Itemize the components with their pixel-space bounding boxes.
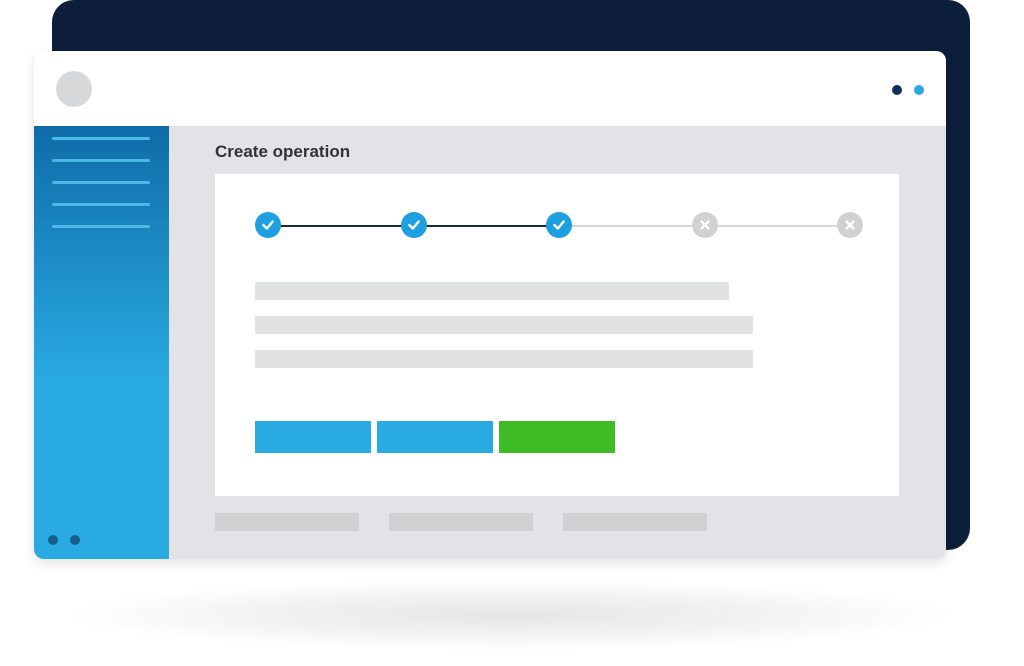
sidebar-item[interactable] <box>52 203 150 206</box>
sidebar-dot <box>48 535 58 545</box>
browser-window: Create operation <box>34 51 946 559</box>
page-title: Create operation <box>215 142 350 162</box>
sidebar-dot <box>70 535 80 545</box>
summary-block <box>389 513 533 531</box>
primary-button-1[interactable] <box>255 421 371 453</box>
step-2[interactable] <box>401 212 427 238</box>
primary-button-2[interactable] <box>377 421 493 453</box>
check-icon <box>552 218 566 232</box>
floor-shadow <box>70 580 950 650</box>
avatar[interactable] <box>56 71 92 107</box>
step-4[interactable] <box>692 212 718 238</box>
sidebar <box>34 126 169 559</box>
placeholder-line <box>255 282 729 300</box>
sidebar-item[interactable] <box>52 159 150 162</box>
placeholder-line <box>255 316 753 334</box>
check-icon <box>407 218 421 232</box>
sidebar-nav <box>52 137 150 247</box>
step-1[interactable] <box>255 212 281 238</box>
confirm-button[interactable] <box>499 421 615 453</box>
titlebar-status-dots <box>892 85 924 95</box>
check-icon <box>261 218 275 232</box>
placeholder-line <box>255 350 753 368</box>
form-card <box>215 174 899 496</box>
main-content: Create operation <box>169 126 946 559</box>
sidebar-item[interactable] <box>52 181 150 184</box>
titlebar <box>34 51 946 126</box>
step-5[interactable] <box>837 212 863 238</box>
action-buttons <box>255 421 615 453</box>
summary-row <box>215 513 707 531</box>
status-dot-blue <box>914 85 924 95</box>
sidebar-item[interactable] <box>52 225 150 228</box>
progress-stepper <box>255 212 863 240</box>
status-dot-dark <box>892 85 902 95</box>
sidebar-footer-dots <box>48 535 80 545</box>
sidebar-item[interactable] <box>52 137 150 140</box>
summary-block <box>215 513 359 531</box>
form-placeholder-lines <box>255 282 753 384</box>
close-icon <box>698 218 712 232</box>
close-icon <box>843 218 857 232</box>
summary-block <box>563 513 707 531</box>
step-3[interactable] <box>546 212 572 238</box>
